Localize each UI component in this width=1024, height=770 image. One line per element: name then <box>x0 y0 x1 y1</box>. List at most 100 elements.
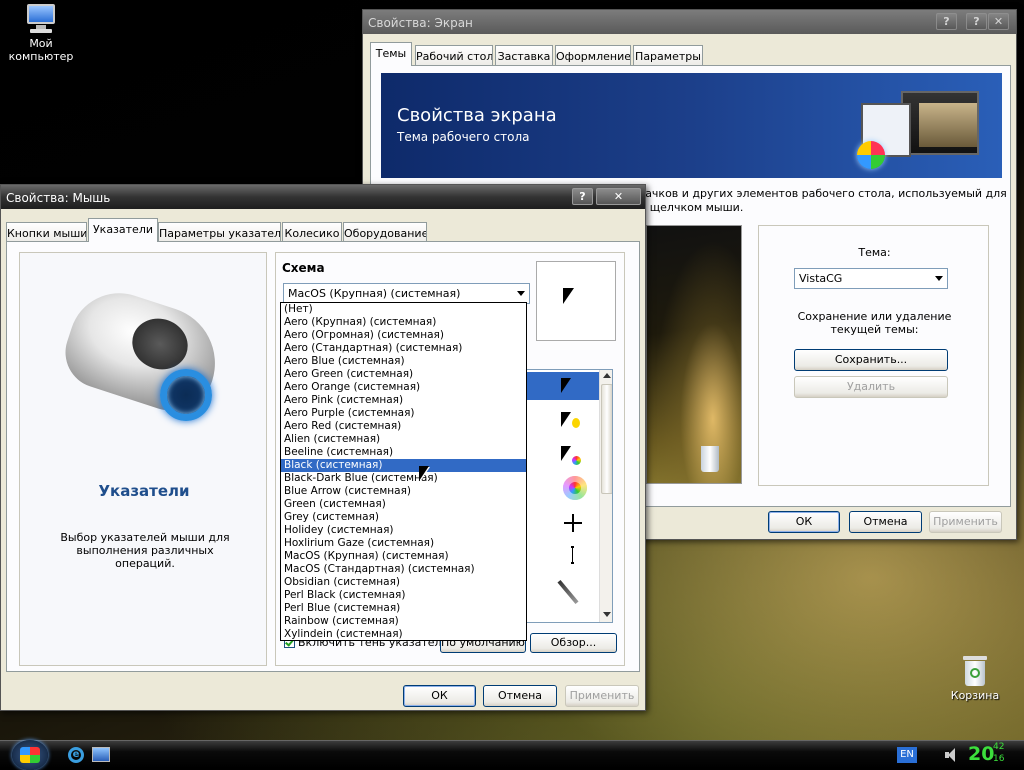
scheme-option[interactable]: Xylindein (системная) <box>281 628 526 640</box>
scheme-option[interactable]: Holidey (системная) <box>281 524 526 537</box>
scheme-option[interactable]: Perl Blue (системная) <box>281 602 526 615</box>
arrow-cursor-icon <box>561 378 571 393</box>
apply-button[interactable]: Применить <box>565 685 639 707</box>
arrow-cursor-icon <box>563 288 574 304</box>
mouse-pointer-icon <box>419 466 429 481</box>
show-desktop-icon[interactable] <box>92 747 110 762</box>
language-indicator[interactable]: EN <box>897 747 917 763</box>
volume-icon[interactable] <box>945 747 959 763</box>
scheme-option[interactable]: Aero Purple (системная) <box>281 407 526 420</box>
delete-theme-button[interactable]: Удалить <box>794 376 948 398</box>
lightbulb-icon <box>572 418 580 428</box>
chevron-down-icon <box>935 276 943 281</box>
pen-cursor-icon <box>557 579 579 605</box>
help-button[interactable]: ? <box>966 13 987 30</box>
mouse-icon <box>56 280 230 423</box>
pointers-description: Выбор указателей мыши для выполнения раз… <box>60 531 230 570</box>
scheme-option[interactable]: Blue Arrow (системная) <box>281 485 526 498</box>
tab-wheel[interactable]: Колесико <box>282 222 342 243</box>
start-button[interactable] <box>12 740 48 770</box>
scrollbar-thumb[interactable] <box>601 384 612 494</box>
desktop-icon-recycle-bin[interactable]: Корзина <box>935 656 1015 702</box>
scheme-option[interactable]: Black (системная) <box>281 459 526 472</box>
scheme-option[interactable]: Hoxlirium Gaze (системная) <box>281 537 526 550</box>
scheme-option[interactable]: Obsidian (системная) <box>281 576 526 589</box>
browse-button[interactable]: Обзор... <box>530 633 617 653</box>
theme-dropdown[interactable]: VistaCG <box>794 268 948 289</box>
scheme-option[interactable]: Aero Green (системная) <box>281 368 526 381</box>
save-theme-button[interactable]: Сохранить... <box>794 349 948 371</box>
scheme-option[interactable]: Grey (системная) <box>281 511 526 524</box>
scheme-label: Схема <box>282 261 325 275</box>
save-delete-text: Сохранение или удаление текущей темы: <box>797 310 952 336</box>
help-button[interactable]: ? <box>572 188 593 205</box>
close-button[interactable]: ✕ <box>988 13 1009 30</box>
windows-logo-icon <box>857 141 885 169</box>
cancel-button[interactable]: Отмена <box>483 685 557 707</box>
scheme-option[interactable]: Green (системная) <box>281 498 526 511</box>
display-window-titlebar[interactable]: Свойства: Экран <box>363 10 1016 34</box>
ok-button[interactable]: ОК <box>403 685 476 707</box>
tab-hardware[interactable]: Оборудование <box>343 222 427 243</box>
theme-preview <box>646 225 742 484</box>
chevron-down-icon[interactable] <box>603 612 611 617</box>
desktop-icon-label: Мой компьютер <box>8 37 74 63</box>
scheme-option[interactable]: Aero Blue (системная) <box>281 355 526 368</box>
scheme-option[interactable]: MacOS (Стандартная) (системная) <box>281 563 526 576</box>
crosshair-icon <box>572 514 574 532</box>
window-title: Свойства: Мышь <box>6 191 111 205</box>
banner-title: Свойства экрана <box>397 105 557 126</box>
scheme-option[interactable]: Aero Orange (системная) <box>281 381 526 394</box>
tab-themes[interactable]: Темы <box>370 42 412 66</box>
busy-wheel-icon <box>572 456 581 465</box>
scheme-option[interactable]: Aero Pink (системная) <box>281 394 526 407</box>
scheme-option[interactable]: Beeline (системная) <box>281 446 526 459</box>
desktop-icon-my-computer[interactable]: Мой компьютер <box>1 4 81 63</box>
scheme-option[interactable]: Black-Dark Blue (системная) <box>281 472 526 485</box>
mouse-window-titlebar[interactable]: Свойства: Мышь <box>1 185 645 209</box>
clock-minute: 42 <box>993 742 1005 752</box>
help-button[interactable]: ? <box>936 13 957 30</box>
tab-desktop[interactable]: Рабочий стол <box>415 45 493 66</box>
working-cursor-icon <box>561 446 571 461</box>
tab-pointer-options[interactable]: Параметры указателя <box>158 222 281 243</box>
theme-description-line1: начков и других элементов рабочего стола… <box>638 187 1007 200</box>
computer-icon <box>25 4 57 34</box>
theme-dropdown-value: VistaCG <box>799 272 843 285</box>
scheme-option[interactable]: Rainbow (системная) <box>281 615 526 628</box>
scheme-option[interactable]: Aero (Крупная) (системная) <box>281 316 526 329</box>
scheme-option[interactable]: Aero (Огромная) (системная) <box>281 329 526 342</box>
scheme-option[interactable]: Alien (системная) <box>281 433 526 446</box>
taskbar: e EN 20 42 16 <box>0 740 1024 770</box>
tab-settings[interactable]: Параметры <box>633 45 703 66</box>
pointers-heading: Указатели <box>98 482 190 500</box>
tab-mouse-buttons[interactable]: Кнопки мыши <box>6 222 87 243</box>
scheme-dropdown[interactable]: MacOS (Крупная) (системная) <box>283 283 530 304</box>
scheme-option[interactable]: MacOS (Крупная) (системная) <box>281 550 526 563</box>
ok-button[interactable]: ОК <box>768 511 840 533</box>
text-cursor-icon <box>571 546 574 564</box>
cursor-list-scrollbar[interactable] <box>599 370 612 622</box>
windows-logo-icon <box>20 747 40 763</box>
scheme-option[interactable]: (Нет) <box>281 303 526 316</box>
clock-second: 16 <box>993 754 1005 764</box>
theme-description-line2: м щелчком мыши. <box>638 201 744 214</box>
recycle-bin-icon <box>963 656 987 686</box>
scheme-option[interactable]: Aero Red (системная) <box>281 420 526 433</box>
cancel-button[interactable]: Отмена <box>849 511 922 533</box>
recycle-bin-icon <box>701 446 719 472</box>
desktop-icon-label: Корзина <box>950 689 1000 702</box>
tab-screensaver[interactable]: Заставка <box>495 45 553 66</box>
internet-explorer-icon[interactable]: e <box>68 747 84 763</box>
help-cursor-icon <box>561 412 571 427</box>
scheme-option[interactable]: Aero (Стандартная) (системная) <box>281 342 526 355</box>
tab-appearance[interactable]: Оформление <box>555 45 631 66</box>
scheme-option[interactable]: Perl Black (системная) <box>281 589 526 602</box>
window-title: Свойства: Экран <box>368 16 473 30</box>
apply-button[interactable]: Применить <box>929 511 1002 533</box>
theme-select-group: Тема: VistaCG Сохранение или удаление те… <box>758 225 989 486</box>
scheme-dropdown-list[interactable]: (Нет) Aero (Крупная) (системная) Aero (Огр… <box>280 302 527 641</box>
tab-pointers[interactable]: Указатели <box>88 218 158 242</box>
chevron-up-icon[interactable] <box>603 373 611 378</box>
close-button[interactable]: ✕ <box>596 188 641 205</box>
